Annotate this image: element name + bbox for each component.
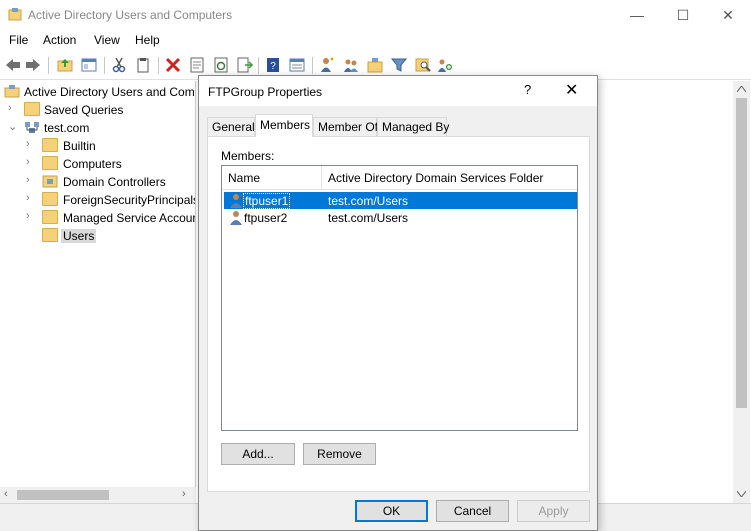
expand-chevron-icon[interactable]: › [26,138,36,150]
expand-chevron-icon[interactable]: › [26,192,36,204]
members-tab-panel: Members: Name Active Directory Domain Se… [207,136,590,492]
collapse-chevron-icon[interactable]: ⌄ [8,120,18,133]
toolbar-separator [48,57,49,74]
ad-console-icon [4,85,20,98]
tree-root-label: Active Directory Users and Com [24,85,195,99]
tree-item-label: Saved Queries [44,103,124,117]
toolbar-separator [312,57,313,74]
column-header-folder[interactable]: Active Directory Domain Services Folder [322,166,577,190]
find-icon[interactable] [414,56,432,74]
ad-app-icon [8,8,22,21]
svg-text:?: ? [270,61,276,72]
members-list-header: Name Active Directory Domain Services Fo… [222,166,577,190]
dialog-help-button[interactable]: ? [524,82,531,97]
folder-icon [24,102,40,116]
domain-icon [25,122,39,133]
tree-item-label: Builtin [63,139,96,153]
show-hide-tree-icon[interactable] [80,56,98,74]
cut-icon[interactable] [110,56,128,74]
ou-folder-icon [42,175,58,188]
menu-action[interactable]: Action [43,33,76,47]
scroll-right-arrow-icon[interactable]: › [182,488,186,500]
title-bar: Active Directory Users and Computers — ☐… [0,0,751,30]
details-vertical-scrollbar[interactable] [733,81,750,503]
back-icon[interactable] [4,56,22,74]
table-row[interactable]: ftpuser2 test.com/Users [224,209,577,226]
minimize-button[interactable]: — [614,0,660,30]
tree-item-label: Computers [63,157,122,171]
up-folder-icon[interactable] [56,56,74,74]
new-user-icon[interactable] [318,56,336,74]
members-label: Members: [221,149,275,163]
member-folder: test.com/Users [328,211,409,225]
expand-chevron-icon[interactable]: › [26,174,36,186]
tree-item-label: Domain Controllers [63,175,166,189]
properties-icon[interactable] [188,56,206,74]
folder-icon [42,228,58,242]
dialog-title-bar: FTPGroup Properties ? ✕ [199,76,597,106]
dialog-close-button[interactable]: ✕ [565,80,578,100]
delete-icon[interactable] [164,56,182,74]
folder-icon [42,156,58,170]
cancel-button[interactable]: Cancel [436,500,509,522]
add-to-group-icon[interactable] [436,56,454,74]
members-list[interactable]: Name Active Directory Domain Services Fo… [221,165,578,431]
toolbar-separator [104,57,105,74]
refresh-icon[interactable] [212,56,230,74]
user-icon [230,194,242,208]
tab-general[interactable]: General [207,117,255,136]
filter-icon[interactable] [390,56,408,74]
properties-dialog: FTPGroup Properties ? ✕ General Members … [198,75,598,531]
copy-icon[interactable] [134,56,152,74]
tab-members[interactable]: Members [255,114,313,137]
tree-item-label: test.com [44,121,90,135]
dialog-title: FTPGroup Properties [208,85,323,99]
scroll-down-arrow-icon[interactable] [737,491,746,497]
tree-item-label: ForeignSecurityPrincipals [63,193,196,207]
tree-item-label: Users [61,229,97,243]
export-list-icon[interactable] [236,56,254,74]
menu-view[interactable]: View [94,33,120,47]
apply-button[interactable]: Apply [517,500,590,522]
details-view-icon[interactable] [288,56,306,74]
scrollbar-thumb[interactable] [17,490,109,500]
folder-icon [42,210,58,224]
close-window-button[interactable]: ✕ [705,0,751,30]
member-name: ftpuser1 [242,193,291,209]
table-row[interactable]: ftpuser1 test.com/Users [224,192,577,209]
folder-icon [42,192,58,206]
user-icon [230,211,242,225]
tree-horizontal-scrollbar[interactable]: ‹ › [0,487,196,503]
window-title: Active Directory Users and Computers [28,8,233,22]
ok-button[interactable]: OK [355,500,428,522]
scrollbar-thumb[interactable] [736,98,747,408]
member-name: ftpuser2 [244,211,288,225]
toolbar-separator [258,57,259,74]
tree-item-label: Managed Service Accour [63,211,196,225]
toolbar-separator [158,57,159,74]
tab-managed-by[interactable]: Managed By [377,117,449,136]
menu-bar: File Action View Help [0,30,751,52]
member-folder: test.com/Users [328,194,409,208]
folder-icon [42,138,58,152]
expand-chevron-icon[interactable]: › [26,156,36,168]
add-member-button[interactable]: Add... [221,443,295,465]
new-group-icon[interactable] [342,56,360,74]
forward-icon[interactable] [24,56,42,74]
scroll-up-arrow-icon[interactable] [737,86,746,92]
details-pane [599,81,751,503]
expand-chevron-icon[interactable]: › [8,102,18,114]
help-icon[interactable]: ? [264,56,282,74]
menu-help[interactable]: Help [135,33,160,47]
scroll-left-arrow-icon[interactable]: ‹ [4,488,8,500]
menu-file[interactable]: File [9,33,28,47]
console-tree: Active Directory Users and Com › Saved Q… [0,81,196,503]
maximize-button[interactable]: ☐ [660,0,706,30]
column-header-name[interactable]: Name [222,166,322,190]
new-ou-icon[interactable] [366,56,384,74]
tab-member-of[interactable]: Member Of [313,117,378,136]
remove-member-button[interactable]: Remove [303,443,376,465]
expand-chevron-icon[interactable]: › [26,210,36,222]
